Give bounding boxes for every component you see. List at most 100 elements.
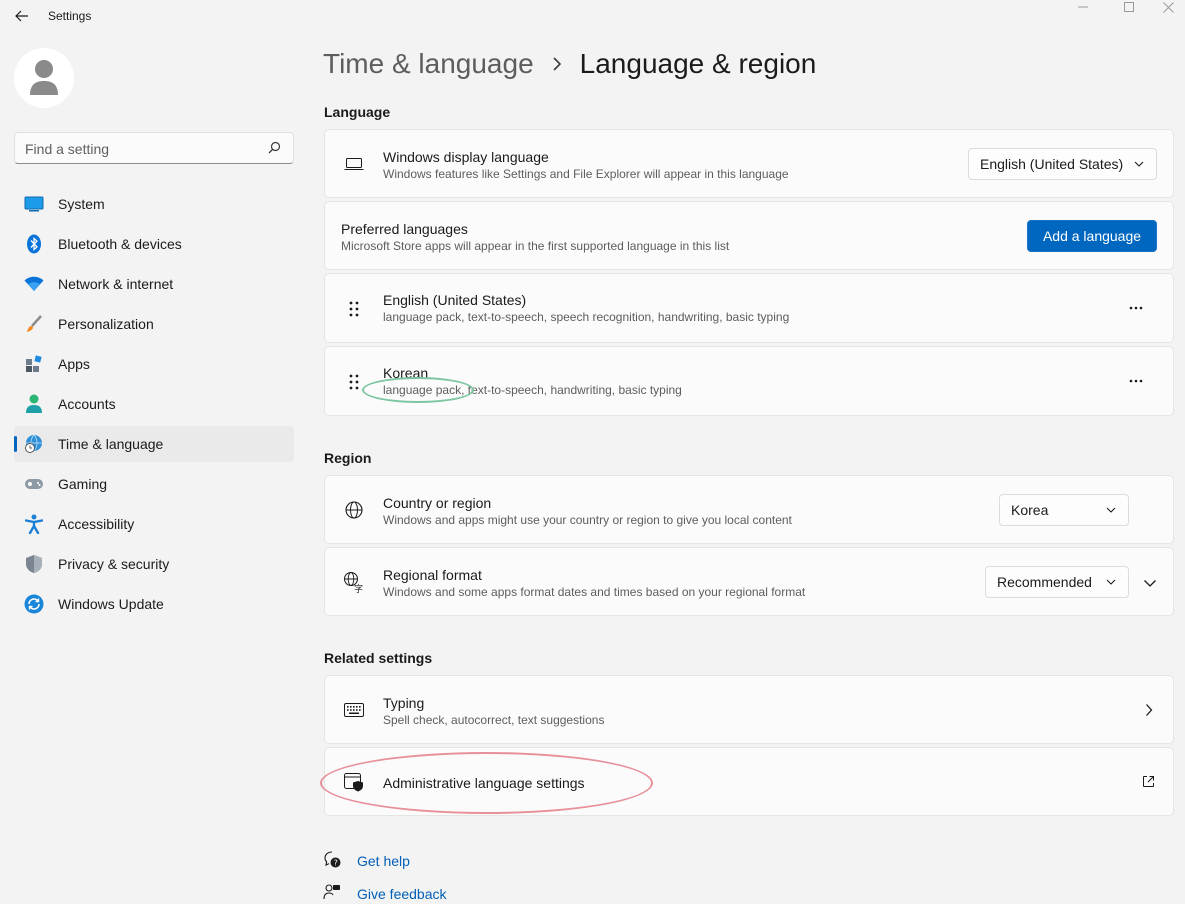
- give-feedback-link[interactable]: Give feedback: [323, 883, 447, 904]
- sidebar-item-system[interactable]: System: [14, 186, 294, 222]
- accounts-icon: [24, 394, 44, 414]
- regional-format-title: Regional format: [383, 567, 482, 583]
- sidebar-item-windows-update[interactable]: Windows Update: [14, 586, 294, 622]
- admin-language-card[interactable]: Administrative language settings: [324, 747, 1174, 816]
- accessibility-icon: [24, 514, 44, 534]
- typing-title: Typing: [383, 695, 425, 711]
- language-name: Korean: [383, 365, 429, 381]
- keyboard-icon: [343, 699, 365, 721]
- section-title-region: Region: [324, 450, 372, 466]
- country-region-subtitle: Windows and apps might use your country …: [383, 513, 792, 527]
- display-language-dropdown[interactable]: English (United States): [968, 148, 1157, 180]
- chevron-down-icon: [1134, 161, 1144, 167]
- more-options-icon[interactable]: [1121, 298, 1151, 318]
- bluetooth-icon: [24, 234, 44, 254]
- breadcrumb: Time & language Language & region: [323, 48, 816, 80]
- dropdown-value: English (United States): [980, 156, 1124, 172]
- breadcrumb-parent-link[interactable]: Time & language: [323, 48, 534, 80]
- sidebar-item-personalization[interactable]: Personalization: [14, 306, 294, 342]
- wifi-icon: [24, 274, 44, 294]
- title-bar: Settings: [0, 0, 1185, 32]
- chevron-down-icon: [1106, 579, 1116, 585]
- open-external-icon: [1142, 775, 1155, 791]
- close-icon: [1163, 1, 1174, 13]
- country-region-dropdown[interactable]: Korea: [999, 494, 1129, 526]
- shield-icon: [24, 554, 44, 574]
- sidebar-item-label: Apps: [58, 356, 90, 372]
- account-avatar[interactable]: [14, 48, 74, 108]
- search-icon[interactable]: [268, 141, 281, 157]
- help-icon: ?: [323, 850, 341, 871]
- update-icon: [24, 594, 44, 614]
- sidebar-item-bluetooth[interactable]: Bluetooth & devices: [14, 226, 294, 262]
- display-language-title: Windows display language: [383, 149, 549, 165]
- typing-subtitle: Spell check, autocorrect, text suggestio…: [383, 713, 605, 727]
- sidebar-item-privacy[interactable]: Privacy & security: [14, 546, 294, 582]
- sidebar-item-label: Bluetooth & devices: [58, 236, 182, 252]
- sidebar-item-accessibility[interactable]: Accessibility: [14, 506, 294, 542]
- sidebar-item-time-language[interactable]: Time & language: [14, 426, 294, 462]
- sidebar-item-label: Accounts: [58, 396, 116, 412]
- settings-search-box[interactable]: [14, 132, 294, 164]
- search-input[interactable]: [25, 139, 265, 159]
- sidebar-item-gaming[interactable]: Gaming: [14, 466, 294, 502]
- drag-handle-icon[interactable]: [343, 371, 365, 393]
- expand-chevron-icon[interactable]: [1143, 575, 1157, 591]
- close-button[interactable]: [1152, 0, 1185, 14]
- regional-format-dropdown[interactable]: Recommended: [985, 566, 1129, 598]
- language-features: language pack, text-to-speech, handwriti…: [383, 383, 682, 397]
- get-help-label: Get help: [357, 852, 410, 869]
- sidebar-item-label: Gaming: [58, 476, 108, 492]
- display-language-card: Windows display language Windows feature…: [324, 129, 1174, 198]
- language-item-korean[interactable]: Korean language pack, text-to-speech, ha…: [324, 346, 1174, 416]
- regional-format-card[interactable]: 字 Regional format Windows and some apps …: [324, 547, 1174, 616]
- chevron-down-icon: [1106, 507, 1116, 513]
- apps-icon: [24, 354, 44, 374]
- page-title: Language & region: [579, 48, 817, 79]
- language-format-icon: 字: [343, 571, 365, 593]
- globe-icon: [343, 499, 365, 521]
- minimize-button[interactable]: [1060, 0, 1106, 14]
- back-arrow-icon: [15, 10, 28, 22]
- globe-clock-icon: [24, 434, 44, 454]
- svg-text:字: 字: [354, 583, 363, 593]
- more-options-icon[interactable]: [1121, 371, 1151, 391]
- svg-text:?: ?: [334, 859, 338, 868]
- sidebar-item-label: System: [58, 196, 105, 212]
- back-button[interactable]: [10, 6, 34, 26]
- get-help-link[interactable]: ? Get help: [323, 850, 410, 871]
- sidebar-item-apps[interactable]: Apps: [14, 346, 294, 382]
- chevron-right-icon: [1145, 703, 1153, 720]
- maximize-button[interactable]: [1106, 0, 1152, 14]
- admin-window-shield-icon: [343, 771, 365, 793]
- sidebar-item-label: Time & language: [58, 436, 164, 452]
- section-title-related: Related settings: [324, 650, 433, 666]
- brush-icon: [24, 314, 44, 334]
- sidebar-item-label: Network & internet: [58, 276, 174, 292]
- regional-format-subtitle: Windows and some apps format dates and t…: [383, 585, 806, 599]
- country-region-title: Country or region: [383, 495, 492, 511]
- preferred-languages-card: Preferred languages Microsoft Store apps…: [324, 201, 1174, 270]
- preferred-languages-subtitle: Microsoft Store apps will appear in the …: [341, 239, 730, 253]
- add-language-button[interactable]: Add a language: [1027, 220, 1157, 252]
- sidebar-item-label: Privacy & security: [58, 556, 170, 572]
- give-feedback-label: Give feedback: [357, 885, 447, 902]
- system-icon: [24, 194, 44, 214]
- dropdown-value: Recommended: [997, 574, 1092, 590]
- sidebar-item-label: Accessibility: [58, 516, 135, 532]
- chevron-right-icon: [552, 56, 562, 72]
- admin-language-title: Administrative language settings: [383, 775, 585, 791]
- sidebar-nav: System Bluetooth & devices Network & int…: [14, 186, 294, 626]
- maximize-icon: [1124, 2, 1134, 12]
- section-title-language: Language: [324, 104, 391, 120]
- country-region-card: Country or region Windows and apps might…: [324, 475, 1174, 544]
- minimize-icon: [1078, 6, 1088, 8]
- preferred-languages-title: Preferred languages: [341, 221, 468, 237]
- laptop-icon: [343, 153, 365, 175]
- language-item-english[interactable]: English (United States) language pack, t…: [324, 273, 1174, 343]
- sidebar-item-network[interactable]: Network & internet: [14, 266, 294, 302]
- typing-card[interactable]: Typing Spell check, autocorrect, text su…: [324, 675, 1174, 744]
- sidebar-item-accounts[interactable]: Accounts: [14, 386, 294, 422]
- drag-handle-icon[interactable]: [343, 298, 365, 320]
- gamepad-icon: [24, 474, 44, 494]
